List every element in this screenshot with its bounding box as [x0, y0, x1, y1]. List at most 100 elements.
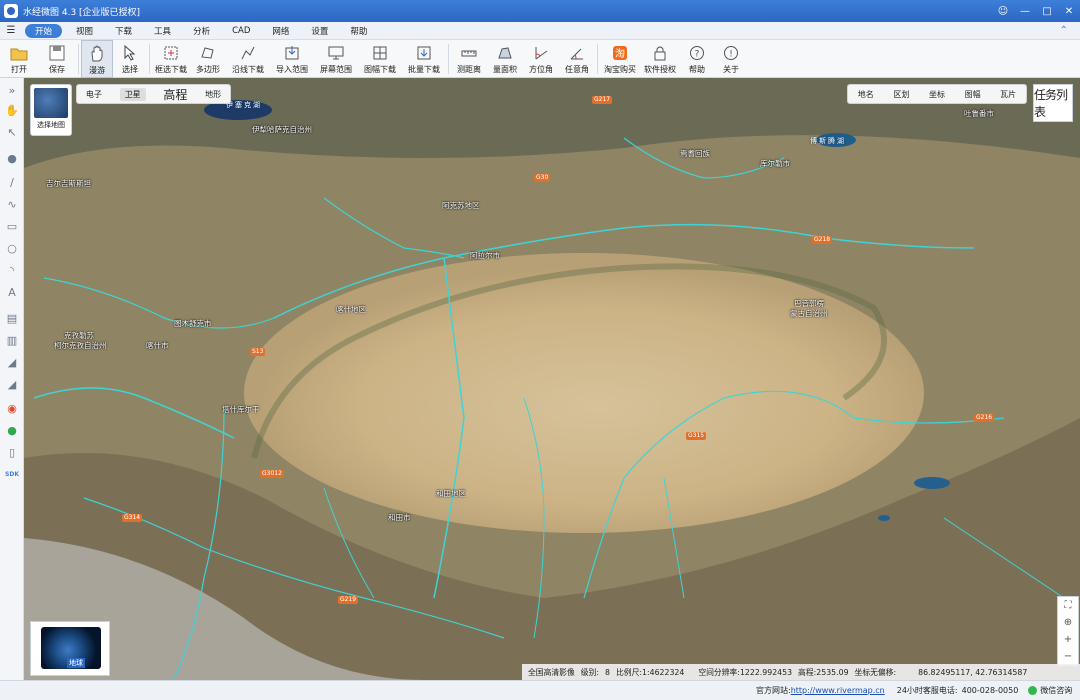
- menu-help[interactable]: 帮助: [339, 25, 378, 37]
- menu-download[interactable]: 下载: [104, 25, 143, 37]
- bearing-button[interactable]: 方位角: [523, 40, 559, 78]
- map-type-terrain[interactable]: 地形: [205, 89, 221, 100]
- menu-analysis[interactable]: 分析: [182, 25, 221, 37]
- open-button[interactable]: 打开: [0, 40, 38, 78]
- close-button[interactable]: ✕: [1058, 6, 1080, 17]
- map-type-elevation[interactable]: 高程: [163, 86, 187, 103]
- layers-tool-icon[interactable]: ◉: [4, 400, 20, 416]
- status-bar: 官方网站: http://www.rivermap.cn 24小时客服电话: 4…: [0, 680, 1080, 700]
- label-yili: 伊犁哈萨克自治州: [252, 125, 312, 134]
- angle-tool-icon[interactable]: ◢: [4, 376, 20, 392]
- collapse-ribbon-icon[interactable]: ⌃: [1060, 25, 1068, 36]
- user-icon[interactable]: ☺: [992, 6, 1014, 17]
- app-window: 水经微图 4.3 [企业版已授权] ☺ — □ ✕ ☰ 开始 视图 下载 工具 …: [0, 0, 1080, 700]
- overlay-tiles[interactable]: 瓦片: [1000, 89, 1016, 100]
- overlay-coordinates[interactable]: 坐标: [929, 89, 945, 100]
- overlay-districts[interactable]: 区划: [893, 89, 909, 100]
- website-link[interactable]: http://www.rivermap.cn: [791, 686, 885, 695]
- import-icon: [282, 43, 302, 63]
- menu-network[interactable]: 网络: [261, 25, 300, 37]
- fullscreen-icon[interactable]: ⛶: [1065, 600, 1072, 611]
- hand-tool-icon[interactable]: ✋: [4, 102, 20, 118]
- polygon-button[interactable]: 多边形: [190, 40, 226, 78]
- about-label: 关于: [723, 65, 739, 74]
- license-button[interactable]: 软件授权: [640, 40, 680, 78]
- arbitrary-angle-button[interactable]: 任意角: [559, 40, 595, 78]
- menu-tools[interactable]: 工具: [143, 25, 182, 37]
- polyline-icon: [238, 43, 258, 63]
- window-title: 水经微图 4.3 [企业版已授权]: [23, 7, 141, 18]
- locate-icon[interactable]: ⊕: [1064, 617, 1072, 628]
- minimize-button[interactable]: —: [1014, 6, 1036, 17]
- arbitrary-angle-label: 任意角: [565, 65, 589, 74]
- measure-tool-icon[interactable]: ▤: [4, 310, 20, 326]
- overlay-place-names[interactable]: 地名: [858, 89, 874, 100]
- imagery-source: 全国高清影像: [528, 667, 575, 677]
- sdk-icon[interactable]: SDK: [4, 466, 20, 482]
- road-shield: G314: [122, 514, 143, 522]
- menu-view[interactable]: 视图: [65, 25, 104, 37]
- zoom-out-button[interactable]: −: [1064, 651, 1072, 662]
- menu-bar: ☰ 开始 视图 下载 工具 分析 CAD 网络 设置 帮助 ⌃: [0, 22, 1080, 40]
- task-list-button[interactable]: 任务列表: [1033, 84, 1073, 122]
- hotline-number: 400-028-0050: [961, 686, 1019, 695]
- import-range-button[interactable]: 导入范围: [270, 40, 314, 78]
- polyline-tool-icon[interactable]: ∿: [4, 196, 20, 212]
- measure-area-button[interactable]: 量面积: [487, 40, 523, 78]
- svg-text:淘: 淘: [615, 47, 625, 60]
- map-selector-button[interactable]: 选择地图: [30, 84, 72, 136]
- save-button[interactable]: 保存: [38, 40, 76, 78]
- pan-button[interactable]: 漫游: [81, 40, 113, 78]
- wechat-consult-button[interactable]: 微信咨询: [1028, 685, 1072, 696]
- map-type-electronic[interactable]: 电子: [86, 89, 102, 100]
- zoom-in-button[interactable]: +: [1064, 634, 1072, 645]
- label-bayingol-2: 蒙古自治州: [790, 309, 828, 318]
- save-label: 保存: [49, 65, 65, 74]
- hamburger-menu-icon[interactable]: ☰: [0, 25, 22, 36]
- menu-start[interactable]: 开始: [25, 23, 63, 38]
- map-selector-label: 选择地图: [37, 121, 65, 129]
- pointer-tool-icon[interactable]: ↖: [4, 124, 20, 140]
- text-tool-icon[interactable]: A: [4, 284, 20, 300]
- globe-switch-button[interactable]: 地球: [30, 621, 110, 676]
- circle-tool-icon[interactable]: ○: [4, 240, 20, 256]
- area-tool-icon[interactable]: ▥: [4, 332, 20, 348]
- batch-download-button[interactable]: 批量下载: [402, 40, 446, 78]
- area-icon: [495, 43, 515, 63]
- overlay-sheets[interactable]: 图幅: [965, 89, 981, 100]
- app-logo-icon: [4, 4, 18, 18]
- line-tool-icon[interactable]: ∕: [4, 174, 20, 190]
- road-shield: G30: [534, 174, 551, 182]
- arc-tool-icon[interactable]: ◝: [4, 262, 20, 278]
- import-range-label: 导入范围: [276, 65, 308, 74]
- label-hotan-city: 和田市: [388, 513, 411, 522]
- green-status-icon[interactable]: ●: [4, 422, 20, 438]
- scale-label: 比例尺:: [615, 667, 643, 677]
- label-aksu: 阿克苏地区: [442, 201, 480, 210]
- rectangle-tool-icon[interactable]: ▭: [4, 218, 20, 234]
- measure-distance-button[interactable]: 测距离: [451, 40, 487, 78]
- label-turpan: 吐鲁番市: [964, 109, 994, 118]
- taobao-button[interactable]: 淘 淘宝购买: [600, 40, 640, 78]
- frame-download-label: 框选下载: [155, 65, 187, 74]
- menu-cad[interactable]: CAD: [221, 26, 261, 36]
- maximize-button[interactable]: □: [1036, 6, 1058, 17]
- select-button[interactable]: 选择: [113, 40, 147, 78]
- help-button[interactable]: ? 帮助: [680, 40, 714, 78]
- frame-download-button[interactable]: 框选下载: [152, 40, 190, 78]
- road-shield: G3012: [260, 470, 284, 478]
- measure-area-label: 量面积: [493, 65, 517, 74]
- phone-icon[interactable]: ▯: [4, 444, 20, 460]
- line-download-button[interactable]: 沿线下载: [226, 40, 270, 78]
- about-button[interactable]: ! 关于: [714, 40, 748, 78]
- sheet-download-button[interactable]: 图幅下载: [358, 40, 402, 78]
- marker-tool-icon[interactable]: ●: [4, 150, 20, 166]
- bearing-tool-icon[interactable]: ◢: [4, 354, 20, 370]
- sheet-download-label: 图幅下载: [364, 65, 396, 74]
- map-type-satellite[interactable]: 卫星: [119, 87, 146, 101]
- expand-panel-icon[interactable]: »: [4, 82, 20, 98]
- menu-settings[interactable]: 设置: [300, 25, 339, 37]
- screen-range-button[interactable]: 屏幕范围: [314, 40, 358, 78]
- map-view[interactable]: 伊塞克湖 博斯腾湖 伊犁哈萨克自治州 吉尔吉斯斯坦 阿克苏地区 阿拉尔市 巴音郭…: [24, 78, 1080, 680]
- polygon-label: 多边形: [196, 65, 220, 74]
